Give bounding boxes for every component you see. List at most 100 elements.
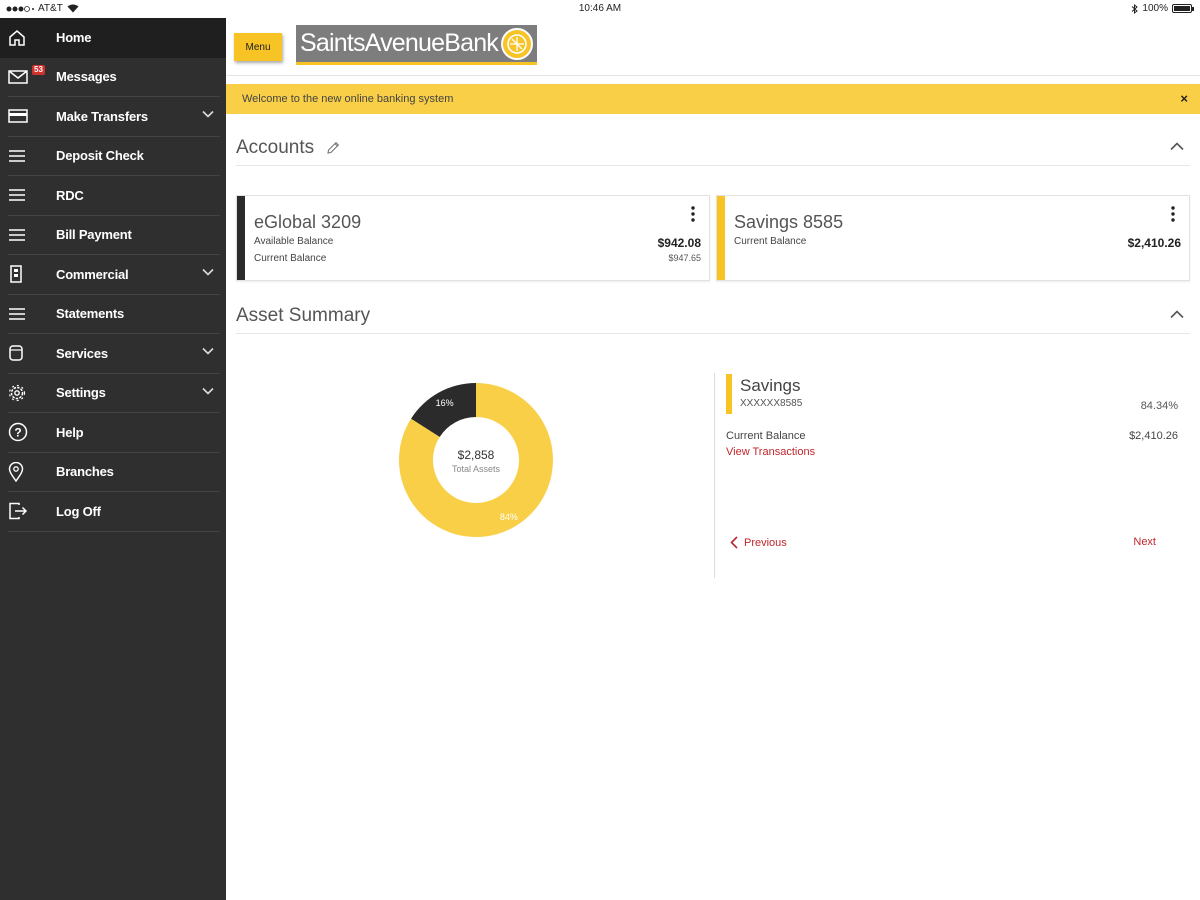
donut-label-0: 16% (436, 398, 454, 408)
question-icon: ? (8, 420, 38, 444)
status-time: 10:46 AM (578, 3, 622, 14)
sidebar-item-make-transfers[interactable]: Make Transfers (8, 97, 220, 137)
previous-button[interactable]: Previous (730, 536, 787, 549)
sidebar-item-label: Settings (56, 385, 106, 401)
sidebar-item-services[interactable]: Services (8, 334, 220, 374)
sidebar-item-label: Branches (56, 464, 114, 480)
main-content: Menu SaintsAvenueBank Welcome to the new… (226, 18, 1200, 900)
asset-name: Savings (740, 376, 801, 395)
battery-percent: 100% (1142, 3, 1168, 14)
sidebar-item-commercial[interactable]: Commercial (8, 255, 220, 295)
chevron-down-icon (202, 387, 214, 395)
asset-percent: 84.34% (1140, 400, 1178, 412)
donut-label-1: 84% (500, 512, 518, 522)
available-balance-label: Available Balance (254, 236, 334, 247)
logout-icon (8, 499, 38, 523)
more-vertical-icon[interactable] (691, 206, 695, 222)
sidebar-item-label: Commercial (56, 266, 129, 282)
sidebar-item-label: Messages (56, 69, 117, 85)
asset-detail-panel: Savings XXXXXX8585 84.34% Current Balanc… (726, 374, 1178, 574)
account-card-eglobal[interactable]: eGlobal 3209 Available Balance $942.08 C… (236, 195, 710, 281)
current-balance-label: Current Balance (734, 236, 807, 247)
cylinder-icon (8, 341, 38, 365)
accounts-header: Accounts (236, 130, 1190, 166)
welcome-banner: Welcome to the new online banking system… (226, 84, 1200, 114)
sidebar-item-branches[interactable]: Branches (8, 453, 220, 492)
battery-icon (1172, 4, 1194, 13)
asset-summary-title: Asset Summary (236, 304, 371, 326)
asset-balance-value: $2,410.26 (1129, 430, 1178, 442)
view-transactions-link[interactable]: View Transactions (726, 446, 815, 458)
previous-label: Previous (744, 536, 787, 549)
summary-divider (714, 373, 715, 578)
status-bar: AT&T 10:46 AM 100% (0, 0, 1200, 18)
gear-icon (8, 381, 38, 405)
account-color-stripe (717, 196, 725, 280)
card-icon (8, 104, 38, 128)
current-balance-value: $947.65 (668, 253, 701, 263)
asset-color-bar (726, 374, 732, 414)
account-color-stripe (237, 196, 245, 280)
accounts-title: Accounts (236, 136, 315, 158)
bluetooth-icon (1132, 3, 1139, 14)
sidebar-item-label: Home (56, 30, 92, 46)
building-icon (8, 262, 38, 286)
sidebar-item-label: Bill Payment (56, 227, 132, 243)
bank-logo[interactable]: SaintsAvenueBank (296, 25, 537, 65)
chevron-left-icon (730, 536, 738, 549)
sidebar-item-label: Log Off (56, 503, 101, 519)
sidebar-item-label: RDC (56, 187, 84, 203)
sidebar-item-statements[interactable]: Statements (8, 295, 220, 334)
logo-text: SaintsAvenueBank (300, 29, 499, 57)
account-name: Savings 8585 (734, 212, 844, 232)
svg-text:?: ? (14, 426, 21, 440)
total-assets-label: Total Assets (451, 464, 501, 474)
close-icon[interactable]: × (1180, 91, 1188, 106)
asset-summary-header: Asset Summary (236, 298, 1190, 334)
chevron-down-icon (202, 347, 214, 355)
home-icon (8, 26, 38, 50)
sidebar-item-bill-payment[interactable]: Bill Payment (8, 216, 220, 255)
current-balance-row: Current Balance $947.65 (254, 253, 701, 264)
asset-account-number: XXXXXX8585 (740, 398, 803, 409)
asset-donut-chart: 16% 84% $2,858 Total Assets (396, 380, 556, 540)
sidebar-item-settings[interactable]: Settings (8, 374, 220, 413)
hamburger-icon (8, 144, 38, 168)
sidebar-item-messages[interactable]: 53 Messages (8, 58, 220, 97)
sidebar-item-label: Services (56, 345, 108, 361)
status-right: 100% (1131, 3, 1194, 14)
pin-icon (8, 460, 38, 484)
chevron-up-icon[interactable] (1170, 310, 1184, 319)
account-card-savings[interactable]: Savings 8585 Current Balance $2,410.26 (716, 195, 1190, 281)
sidebar-item-rdc[interactable]: RDC (8, 176, 220, 216)
menu-button[interactable]: Menu (234, 33, 282, 61)
sidebar-item-label: Statements (56, 306, 125, 322)
available-balance-value: $942.08 (657, 236, 701, 250)
sidebar-item-log-off[interactable]: Log Off (8, 492, 220, 532)
available-balance-row: Available Balance $942.08 (254, 236, 701, 250)
hamburger-icon (8, 302, 38, 326)
hamburger-icon (8, 223, 38, 247)
sidebar-item-help[interactable]: ? Help (8, 413, 220, 453)
sidebar-item-home[interactable]: Home (0, 18, 226, 58)
sidebar-item-label: Help (56, 424, 84, 440)
chevron-up-icon[interactable] (1170, 142, 1184, 151)
hamburger-icon (8, 183, 38, 207)
pencil-icon[interactable] (326, 141, 340, 155)
chevron-down-icon (202, 268, 214, 276)
chevron-down-icon (202, 110, 214, 118)
total-assets-value: $2,858 (457, 448, 495, 462)
banner-text: Welcome to the new online banking system (242, 93, 454, 105)
next-button[interactable]: Next (1133, 536, 1156, 548)
account-name: eGlobal 3209 (254, 212, 362, 232)
sidebar-item-deposit-check[interactable]: Deposit Check (8, 137, 220, 176)
current-balance-value: $2,410.26 (1127, 236, 1181, 250)
current-balance-label: Current Balance (254, 253, 327, 264)
messages-badge: 53 (32, 64, 45, 75)
sidebar-item-label: Make Transfers (56, 108, 148, 124)
sidebar: Home 53 Messages Make Transfers Deposit … (0, 18, 226, 900)
logo-emblem-icon (501, 28, 533, 60)
asset-balance-label: Current Balance (726, 430, 806, 442)
sidebar-item-label: Deposit Check (56, 148, 144, 164)
more-vertical-icon[interactable] (1171, 206, 1175, 222)
